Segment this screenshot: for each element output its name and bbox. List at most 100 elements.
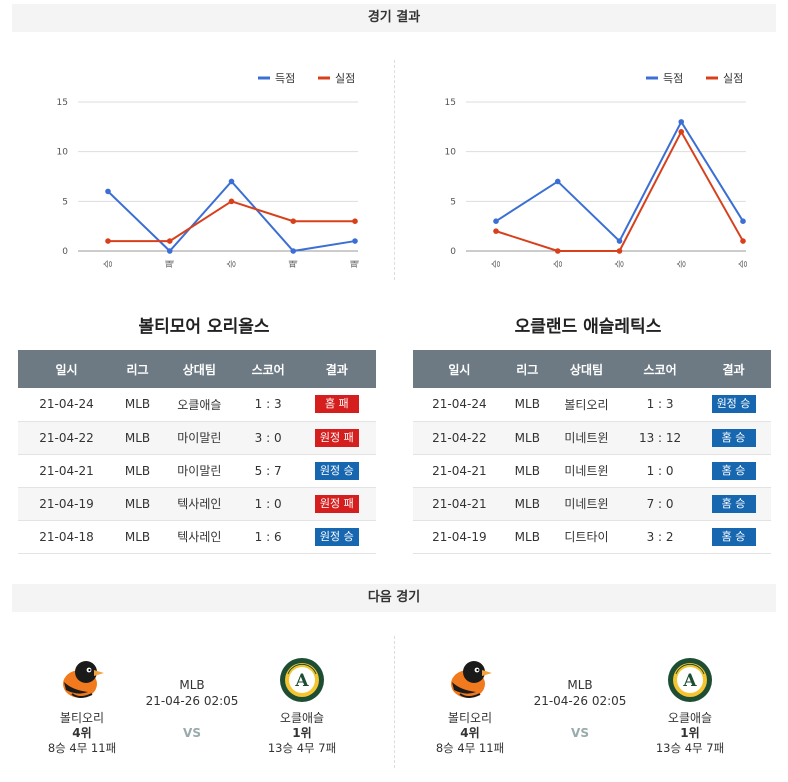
result-badge: 원정 패 bbox=[314, 494, 359, 513]
data-point-scored bbox=[678, 119, 685, 125]
home-team-record: 8승 4무 11패 bbox=[435, 741, 505, 755]
result-badge: 홈 승 bbox=[711, 494, 756, 513]
cell-opponent: 마이말린 bbox=[160, 421, 239, 455]
home-team: 볼티오리 4위 8승 4무 11패 bbox=[22, 650, 142, 755]
cell-score: 1 : 3 bbox=[238, 388, 298, 422]
data-point-allowed bbox=[740, 238, 746, 244]
cell-score: 1 : 0 bbox=[624, 454, 697, 488]
data-point-allowed bbox=[493, 228, 499, 234]
column-header: 일시 bbox=[413, 350, 506, 388]
cell-result: 홈 승 bbox=[696, 421, 771, 455]
cell-date: 21-04-24 bbox=[18, 388, 115, 422]
match-datetime: 21-04-26 02:05 bbox=[533, 694, 627, 708]
series-line-allowed bbox=[108, 200, 355, 243]
cell-league: MLB bbox=[505, 388, 549, 422]
column-header: 일시 bbox=[18, 350, 115, 388]
away-team-record: 13승 4무 7패 bbox=[267, 741, 337, 755]
results-section-header: 경기 결과 bbox=[12, 4, 776, 32]
away-team-rank: 1위 bbox=[680, 726, 700, 740]
home-team-name: 볼티오리 bbox=[447, 711, 493, 725]
svg-text:A: A bbox=[682, 671, 697, 691]
next-game-section-header: 다음 경기 bbox=[12, 584, 776, 612]
cell-date: 21-04-19 bbox=[413, 520, 506, 554]
cell-score: 5 : 7 bbox=[238, 454, 298, 488]
x-tick-label: 패 bbox=[288, 260, 299, 268]
table-row: 21-04-24 MLB 오클애슬 1 : 3 홈 패 bbox=[18, 388, 376, 422]
cell-result: 원정 승 bbox=[297, 520, 376, 554]
cell-score: 3 : 0 bbox=[238, 421, 298, 455]
data-point-allowed bbox=[616, 248, 623, 254]
result-badge: 원정 승 bbox=[314, 461, 359, 480]
match-info: MLB 21-04-26 02:05 bbox=[520, 678, 640, 708]
cell-date: 21-04-19 bbox=[18, 487, 115, 521]
y-tick-label: 0 bbox=[62, 247, 68, 257]
column-header: 상대팀 bbox=[160, 350, 239, 388]
cell-result: 원정 승 bbox=[696, 388, 771, 422]
series-line-scored bbox=[495, 119, 744, 243]
column-header: 스코어 bbox=[238, 350, 298, 388]
result-badge: 홈 승 bbox=[711, 461, 756, 480]
table-header-row: 일시 리그 상대팀 스코어 결과 bbox=[413, 350, 771, 388]
table-row: 21-04-18 MLB 텍사레인 1 : 6 원정 승 bbox=[18, 520, 376, 554]
cell-league: MLB bbox=[114, 454, 160, 488]
x-tick-label: 승 bbox=[103, 260, 114, 268]
result-badge: 홈 승 bbox=[711, 428, 756, 447]
y-tick-label: 5 bbox=[62, 197, 68, 207]
match-datetime: 21-04-26 02:05 bbox=[145, 694, 239, 708]
cell-result: 원정 패 bbox=[297, 421, 376, 455]
away-team-name: 오클애슬 bbox=[279, 711, 325, 725]
x-tick-label: 승 bbox=[615, 260, 626, 268]
home-team: 볼티오리 4위 8승 4무 11패 bbox=[410, 650, 530, 755]
cell-opponent: 텍사레인 bbox=[160, 487, 239, 521]
cell-opponent: 볼티오리 bbox=[548, 388, 625, 422]
away-team-rank: 1위 bbox=[292, 726, 312, 740]
next-game-card: 볼티오리 4위 8승 4무 11패 MLB 21-04-26 02:05 VS … bbox=[390, 650, 770, 770]
x-tick-label: 승 bbox=[676, 260, 687, 268]
home-team-rank: 4위 bbox=[72, 726, 92, 740]
athletics-recent-games-table: 일시 리그 상대팀 스코어 결과 21-04-24 MLB 볼티오리 1 : 3 원정 승 21-… bbox=[413, 350, 771, 554]
y-tick-label: 15 bbox=[57, 98, 68, 108]
legend-label-scored: 득점 bbox=[663, 72, 683, 85]
column-header: 리그 bbox=[114, 350, 160, 388]
cell-league: MLB bbox=[114, 421, 160, 455]
match-league: MLB bbox=[567, 678, 593, 692]
x-tick-label: 승 bbox=[491, 260, 502, 268]
data-point-allowed bbox=[290, 218, 297, 224]
result-badge: 홈 승 bbox=[711, 527, 756, 546]
cell-league: MLB bbox=[114, 520, 160, 554]
home-team-record: 8승 4무 11패 bbox=[47, 741, 117, 755]
data-point-scored bbox=[493, 218, 499, 224]
cell-opponent: 마이말린 bbox=[160, 454, 239, 488]
data-point-allowed bbox=[228, 198, 235, 205]
result-badge: 원정 승 bbox=[711, 395, 756, 414]
cell-opponent: 디트타이 bbox=[548, 520, 625, 554]
cell-date: 21-04-18 bbox=[18, 520, 115, 554]
x-tick-label: 승 bbox=[227, 260, 238, 268]
line-chart-svg: 득점 실점 0 5 10 15 승 승 승 승 승 bbox=[445, 72, 749, 268]
table-row: 21-04-21 MLB 미네트윈 7 : 0 홈 승 bbox=[413, 487, 771, 521]
cell-league: MLB bbox=[505, 487, 549, 521]
match-info: MLB 21-04-26 02:05 bbox=[132, 678, 252, 708]
home-team-rank: 4위 bbox=[460, 726, 480, 740]
data-point-scored bbox=[554, 178, 561, 185]
cell-opponent: 오클애슬 bbox=[160, 388, 239, 422]
vs-label: VS bbox=[183, 726, 201, 740]
series-line-allowed bbox=[495, 129, 744, 252]
table-row: 21-04-24 MLB 볼티오리 1 : 3 원정 승 bbox=[413, 388, 771, 422]
y-tick-label: 10 bbox=[445, 148, 457, 158]
cell-score: 13 : 12 bbox=[624, 421, 697, 455]
result-badge: 원정 승 bbox=[314, 527, 359, 546]
column-header: 리그 bbox=[505, 350, 549, 388]
cell-date: 21-04-21 bbox=[413, 454, 506, 488]
cell-league: MLB bbox=[505, 421, 549, 455]
x-tick-label: 승 bbox=[553, 260, 564, 268]
orioles-recent-games-table: 일시 리그 상대팀 스코어 결과 21-04-24 MLB 오클애슬 1 : 3홈 패 21-0… bbox=[18, 350, 376, 554]
line-chart-svg: 득점 실점 0 5 10 15 승 패 승 패 패 bbox=[57, 72, 361, 268]
y-tick-label: 10 bbox=[57, 148, 69, 158]
legend-label-allowed: 실점 bbox=[335, 72, 355, 85]
data-point-allowed bbox=[678, 129, 685, 135]
cell-date: 21-04-24 bbox=[413, 388, 506, 422]
y-tick-label: 0 bbox=[450, 247, 456, 257]
legend-label-scored: 득점 bbox=[275, 72, 295, 85]
data-point-scored bbox=[616, 238, 623, 244]
